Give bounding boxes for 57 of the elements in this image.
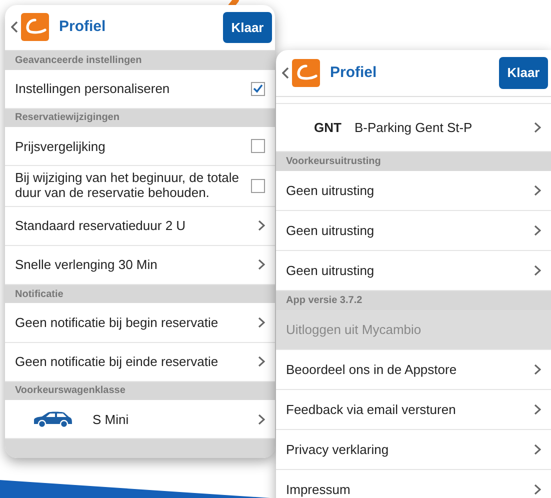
settings-row[interactable]: Feedback via email versturen [276, 390, 551, 430]
back-icon[interactable] [282, 67, 289, 79]
car-icon [33, 410, 73, 428]
back-icon[interactable] [11, 21, 18, 34]
row-label: S Mini [92, 410, 129, 429]
row-label: Beoordeel ons in de Appstore [286, 360, 457, 379]
chevron-right-icon [534, 122, 541, 133]
section-header: Geavanceerde instellingen [5, 50, 275, 70]
settings-row[interactable]: Geen uitrusting [276, 171, 551, 211]
chevron-right-icon [534, 484, 541, 495]
done-button[interactable]: Klaar [499, 57, 548, 89]
settings-row[interactable]: Impressum [276, 470, 551, 498]
row-label: Impressum [286, 480, 350, 498]
row-label: Snelle verlenging 30 Min [15, 256, 158, 274]
done-button[interactable]: Klaar [223, 12, 272, 44]
settings-row[interactable]: Standaard reservatieduur 2 U [5, 206, 275, 246]
chevron-right-icon [534, 404, 541, 415]
chevron-right-icon [258, 220, 265, 232]
row-label: Geen uitrusting [286, 182, 374, 200]
screen-title: Profiel [59, 17, 106, 38]
setting-label: Bij wijziging van het beginuur, de totale duur van de reservatie behouden. [15, 171, 240, 201]
checkbox[interactable] [251, 82, 265, 96]
setting-label: Instellingen personaliseren [15, 80, 170, 98]
row-label: Feedback via email versturen [286, 400, 456, 419]
row-label: Geen notificatie bij einde reservatie [15, 352, 218, 371]
settings-row[interactable]: Geen uitrusting [276, 211, 551, 251]
checkbox[interactable] [251, 178, 265, 193]
screen-title: Profiel [330, 62, 377, 83]
chevron-right-icon [258, 316, 265, 328]
chevron-right-icon [534, 444, 541, 455]
settings-row[interactable]: Beoordeel ons in de Appstore [276, 350, 551, 390]
station-name: B-Parking Gent St-P [354, 118, 472, 137]
settings-row[interactable]: Privacy verklaring [276, 430, 551, 470]
row-label: Uitloggen uit Mycambio [286, 320, 422, 339]
chevron-right-icon [258, 356, 265, 368]
row-label: Privacy verklaring [286, 440, 389, 459]
checkbox[interactable] [251, 139, 265, 154]
chevron-right-icon [534, 364, 541, 375]
app-logo-icon [292, 59, 320, 87]
chevron-right-icon [534, 225, 541, 236]
row-label: Standaard reservatieduur 2 U [15, 216, 186, 235]
station-code: GNT [314, 118, 342, 137]
section-header: App versie 3.7.2 [276, 291, 551, 310]
section-header: Reservatiewijzigingen [5, 108, 275, 128]
chevron-right-icon [534, 265, 541, 276]
row-label: Geen uitrusting [286, 262, 374, 280]
section-header: Voorkeursuitrusting [276, 152, 551, 171]
section-header: Voorkeurswagenklasse [5, 382, 275, 400]
section-header: Notificatie [5, 284, 275, 304]
app-logo-icon [21, 13, 50, 42]
chevron-right-icon [258, 414, 265, 425]
setting-label: Prijsvergelijking [15, 138, 106, 156]
row-label: Geen uitrusting [286, 222, 374, 240]
chevron-right-icon [534, 185, 541, 196]
chevron-right-icon [258, 259, 265, 270]
row-label: Geen notificatie bij begin reservatie [15, 314, 218, 332]
settings-row[interactable]: Geen notificatie bij begin reservatie [5, 303, 275, 343]
